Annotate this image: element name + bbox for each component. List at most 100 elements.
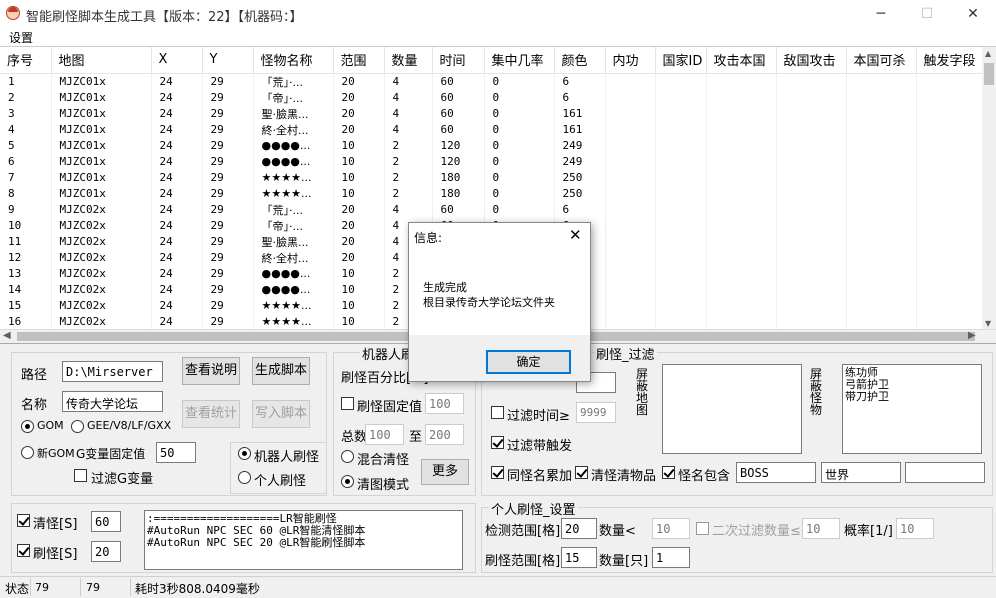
close-icon[interactable]: ✕ [950, 0, 996, 28]
radio-person[interactable] [238, 471, 251, 484]
table-cell: 60 [432, 121, 485, 138]
minimize-icon[interactable]: ─ [858, 0, 904, 28]
table-row[interactable]: 3 MJZC01x 24 29 聖·臉黑... 20 4 60 0 161 [0, 105, 983, 122]
contains-input-1[interactable]: BOSS [736, 462, 816, 483]
table-cell [916, 201, 983, 218]
block-map-list[interactable] [662, 364, 802, 454]
radio-gom[interactable] [21, 420, 34, 433]
vertical-scrollbar[interactable]: ▲ ▼ [982, 47, 996, 333]
clear-items-checkbox[interactable] [575, 466, 588, 479]
table-cell: 6 [554, 89, 606, 106]
filter-time-input[interactable]: 9999 [576, 402, 616, 423]
radio-gee[interactable] [71, 420, 84, 433]
probability-input[interactable]: 10 [896, 518, 934, 539]
view-stats-button[interactable]: 查看统计 [182, 400, 240, 428]
table-row[interactable]: 6 MJZC01x 24 29 ●●●●... 10 2 120 0 249 [0, 153, 983, 170]
column-header[interactable]: 内功 [605, 47, 656, 74]
table-cell: 29 [202, 281, 254, 298]
column-header[interactable]: 敌国攻击 [776, 47, 847, 74]
dialog-close-icon[interactable]: ✕ [569, 226, 582, 244]
column-header[interactable]: 本国可杀 [846, 47, 917, 74]
table-row[interactable]: 2 MJZC01x 24 29 「帝」·... 20 4 60 0 6 [0, 89, 983, 106]
table-cell [605, 249, 656, 266]
table-cell: 24 [151, 281, 203, 298]
column-header[interactable]: 数量 [384, 47, 433, 74]
dialog-ok-button[interactable]: 确定 [486, 350, 571, 374]
total-min-input[interactable]: 100 [365, 424, 404, 445]
table-cell: 24 [151, 249, 203, 266]
radio-robot[interactable] [238, 447, 251, 460]
table-cell: 29 [202, 73, 254, 90]
second-filter-checkbox[interactable] [696, 522, 709, 535]
column-header[interactable]: 序号 [0, 47, 52, 74]
path-input[interactable]: D:\Mirserver [62, 361, 163, 382]
more-button[interactable]: 更多 [421, 459, 469, 485]
write-script-button[interactable]: 写入脚本 [252, 400, 310, 428]
radio-mix-clear[interactable] [341, 450, 354, 463]
block-monster-list[interactable]: 练功师 弓箭护卫 带刀护卫 [842, 364, 982, 454]
filter-time-checkbox[interactable] [491, 406, 504, 419]
column-header[interactable]: 范围 [333, 47, 385, 74]
table-cell [605, 153, 656, 170]
radio-new-gom[interactable] [21, 446, 34, 459]
spawn-range-input[interactable]: 15 [561, 547, 597, 568]
fixed-value-checkbox[interactable] [341, 397, 354, 410]
view-help-button[interactable]: 查看说明 [182, 357, 240, 385]
table-cell [655, 105, 707, 122]
table-cell [776, 249, 847, 266]
second-filter-input[interactable]: 10 [802, 518, 840, 539]
maximize-icon[interactable]: ☐ [904, 0, 950, 28]
detect-range-input[interactable]: 20 [561, 518, 597, 539]
table-cell: 6 [554, 73, 606, 90]
column-header[interactable]: Y [202, 47, 254, 74]
clear-timer-input[interactable]: 60 [91, 511, 121, 532]
table-cell [776, 201, 847, 218]
column-header[interactable]: 触发字段 [916, 47, 983, 74]
column-header[interactable]: 攻击本国 [706, 47, 777, 74]
scroll-thumb[interactable] [984, 63, 994, 85]
table-row[interactable]: 8 MJZC01x 24 29 ★★★★... 10 2 180 0 250 [0, 185, 983, 202]
table-row[interactable]: 7 MJZC01x 24 29 ★★★★... 10 2 180 0 250 [0, 169, 983, 186]
contains-input-3[interactable] [905, 462, 985, 483]
name-contains-checkbox[interactable] [662, 466, 675, 479]
table-cell: 15 [0, 297, 52, 314]
status-label: 状态 [5, 582, 30, 596]
refresh-timer-input[interactable]: 20 [91, 541, 121, 562]
filter-gvar-checkbox[interactable] [74, 469, 87, 482]
table-row[interactable]: 9 MJZC02x 24 29 「荒」·... 20 4 60 0 6 [0, 201, 983, 218]
table-row[interactable]: 5 MJZC01x 24 29 ●●●●... 10 2 120 0 249 [0, 137, 983, 154]
contains-input-2[interactable]: 世界 [821, 462, 901, 483]
clear-timer-checkbox[interactable] [17, 514, 30, 527]
refresh-timer-checkbox[interactable] [17, 544, 30, 557]
table-cell [605, 121, 656, 138]
table-row[interactable]: 4 MJZC01x 24 29 終·全村... 20 4 60 0 161 [0, 121, 983, 138]
table-cell: 0 [484, 89, 555, 106]
column-header[interactable]: 国家ID [655, 47, 707, 74]
table-cell [655, 249, 707, 266]
column-header[interactable]: 地图 [51, 47, 152, 74]
column-header[interactable]: 集中几率 [484, 47, 555, 74]
radio-clear-map[interactable] [341, 475, 354, 488]
total-max-input[interactable]: 200 [425, 424, 464, 445]
count-lt-input[interactable]: 10 [652, 518, 690, 539]
table-cell [846, 233, 917, 250]
column-header[interactable]: 时间 [432, 47, 485, 74]
qty-input[interactable]: 1 [652, 547, 690, 568]
table-cell: 10 [333, 153, 385, 170]
gvar-input[interactable]: 50 [156, 442, 196, 463]
column-header[interactable]: X [151, 47, 203, 74]
column-header[interactable]: 怪物名称 [253, 47, 334, 74]
column-header[interactable]: 颜色 [554, 47, 606, 74]
same-name-checkbox[interactable] [491, 466, 504, 479]
table-row[interactable]: 1 MJZC01x 24 29 「荒」·... 20 4 60 0 6 [0, 73, 983, 90]
menu-settings[interactable]: 设置 [9, 29, 33, 46]
table-cell: MJZC02x [51, 249, 152, 266]
generate-script-button[interactable]: 生成脚本 [252, 357, 310, 385]
filter-trigger-checkbox[interactable] [491, 436, 504, 449]
table-cell: 0 [484, 73, 555, 90]
name-input[interactable]: 传奇大学论坛 [62, 391, 163, 412]
table-cell: 4 [384, 73, 433, 90]
script-output[interactable]: :===================LR智能刷怪 #AutoRun NPC … [144, 510, 463, 570]
total-label: 总数 [341, 430, 368, 445]
fixed-value-input[interactable]: 100 [425, 393, 464, 414]
